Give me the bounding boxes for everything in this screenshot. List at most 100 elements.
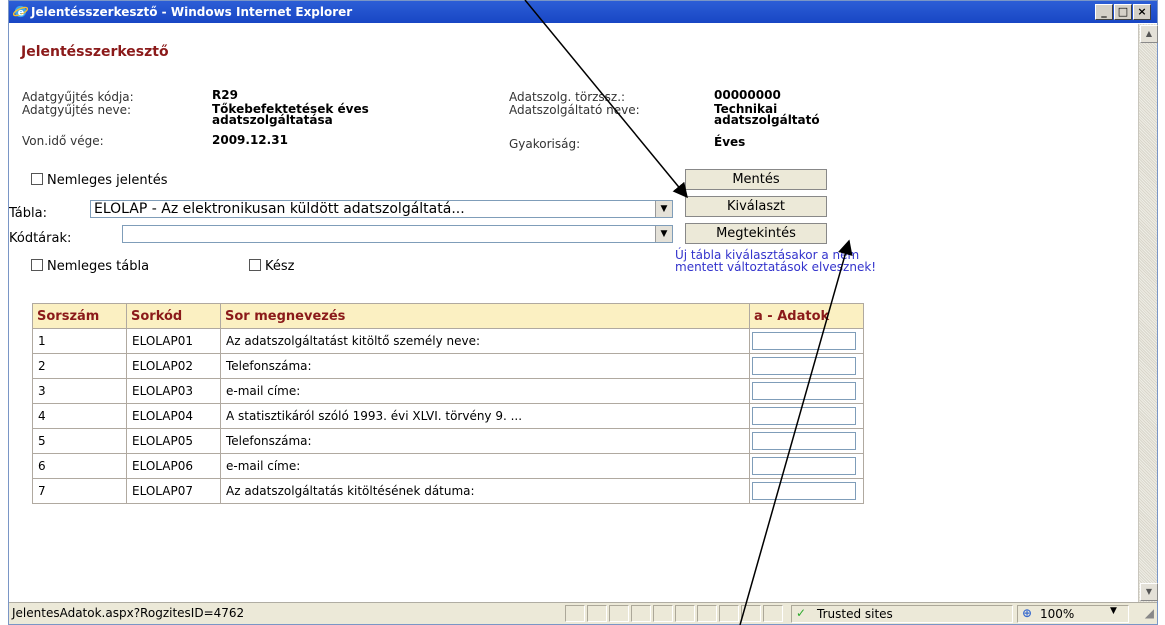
row-value-cell <box>749 453 864 479</box>
row-value-cell <box>749 428 864 454</box>
status-pane <box>741 605 761 622</box>
save-button[interactable]: Mentés <box>685 169 827 190</box>
table-row: 3 ELOLAP03 e-mail címe: <box>32 378 864 404</box>
row-number: 4 <box>32 403 127 429</box>
select-button[interactable]: Kiválaszt <box>685 196 827 217</box>
data-table: Sorszám Sorkód Sor megnevezés a - Adatok… <box>32 303 864 504</box>
internet-explorer-icon: e <box>13 5 28 18</box>
row-name: Az adatszolgáltatást kitöltő személy nev… <box>220 328 750 354</box>
zoom-icon: ⊕ <box>1022 606 1033 620</box>
table-row: 2 ELOLAP02 Telefonszáma: <box>32 353 864 379</box>
row-value-input[interactable] <box>752 357 856 375</box>
row-name: e-mail címe: <box>220 453 750 479</box>
deadline-label: Von.idő vége: <box>22 134 104 148</box>
null-table-row: Nemleges tábla <box>31 259 149 274</box>
zoom-control[interactable]: ⊕ 100% ▼ <box>1017 605 1129 623</box>
table-header-row: Sorszám Sorkód Sor megnevezés a - Adatok <box>32 303 864 329</box>
row-code: ELOLAP02 <box>126 353 221 379</box>
codelist-select[interactable]: ▼ <box>122 225 673 243</box>
collection-name-label: Adatgyűjtés neve: <box>22 103 132 117</box>
collection-name-value: Tőkebefektetések éves adatszolgáltatása <box>212 102 369 127</box>
null-report-label: Nemleges jelentés <box>47 173 168 188</box>
row-value-input[interactable] <box>752 407 856 425</box>
zone-label: Trusted sites <box>817 607 893 621</box>
null-report-checkbox[interactable] <box>31 173 43 185</box>
window-title: Jelentésszerkesztő - Windows Internet Ex… <box>31 5 353 19</box>
done-label: Kész <box>265 259 295 274</box>
table-row: 1 ELOLAP01 Az adatszolgáltatást kitöltő … <box>32 328 864 354</box>
row-code: ELOLAP01 <box>126 328 221 354</box>
provider-id-label: Adatszolg. törzssz.: <box>509 90 626 104</box>
done-checkbox[interactable] <box>249 259 261 271</box>
table-row: 6 ELOLAP06 e-mail címe: <box>32 453 864 479</box>
row-name: Telefonszáma: <box>220 428 750 454</box>
row-name: A statisztikáról szóló 1993. évi XLVI. t… <box>220 403 750 429</box>
chevron-down-icon[interactable]: ▼ <box>1110 606 1117 616</box>
row-number: 1 <box>32 328 127 354</box>
row-value-cell <box>749 403 864 429</box>
row-code: ELOLAP07 <box>126 478 221 504</box>
checkmark-icon: ✓ <box>796 606 807 620</box>
codelist-label: Kódtárak: <box>9 231 72 246</box>
row-value-input[interactable] <box>752 457 856 475</box>
row-code: ELOLAP05 <box>126 428 221 454</box>
provider-name-label: Adatszolgáltató neve: <box>509 103 640 117</box>
column-header: Sorszám <box>32 303 127 329</box>
vertical-scrollbar[interactable]: ▲ ▼ <box>1138 24 1158 602</box>
row-value-input[interactable] <box>752 432 856 450</box>
page-title: Jelentésszerkesztő <box>21 44 169 60</box>
scroll-up-icon[interactable]: ▲ <box>1140 25 1158 43</box>
close-button[interactable]: × <box>1133 4 1151 20</box>
browser-window: e Jelentésszerkesztő - Windows Internet … <box>8 0 1158 625</box>
null-report-row: Nemleges jelentés <box>31 173 167 188</box>
column-header: a - Adatok <box>749 303 864 329</box>
provider-id-value: 00000000 <box>714 88 781 102</box>
view-button[interactable]: Megtekintés <box>685 223 827 244</box>
row-name: e-mail címe: <box>220 378 750 404</box>
column-header: Sorkód <box>126 303 221 329</box>
zoom-level: 100% <box>1040 607 1075 621</box>
maximize-button[interactable]: □ <box>1114 4 1132 20</box>
page-content: Jelentésszerkesztő Adatgyűjtés kódja: R2… <box>9 24 1139 602</box>
table-label: Tábla: <box>9 206 47 221</box>
row-name: Az adatszolgáltatás kitöltésének dátuma: <box>220 478 750 504</box>
row-code: ELOLAP04 <box>126 403 221 429</box>
table-row: 4 ELOLAP04 A statisztikáról szóló 1993. … <box>32 403 864 429</box>
resize-grip-icon[interactable]: ◢ <box>1145 606 1154 620</box>
row-code: ELOLAP06 <box>126 453 221 479</box>
row-value-cell <box>749 478 864 504</box>
row-value-input[interactable] <box>752 482 856 500</box>
chevron-down-icon[interactable]: ▼ <box>655 201 672 217</box>
null-table-checkbox[interactable] <box>31 259 43 271</box>
table-select[interactable]: ELOLAP - Az elektronikusan küldött adats… <box>90 200 673 218</box>
status-bar: JelentesAdatok.aspx?RogzitesID=4762 ✓ Tr… <box>9 602 1157 624</box>
minimize-button[interactable]: _ <box>1095 4 1113 20</box>
row-number: 6 <box>32 453 127 479</box>
warning-message: Új tábla kiválasztásakor a nem mentett v… <box>675 248 877 274</box>
row-number: 2 <box>32 353 127 379</box>
row-value-input[interactable] <box>752 332 856 350</box>
row-value-cell <box>749 353 864 379</box>
security-zone[interactable]: ✓ Trusted sites <box>791 605 1013 623</box>
status-pane <box>609 605 629 622</box>
status-pane <box>653 605 673 622</box>
status-url: JelentesAdatok.aspx?RogzitesID=4762 <box>12 606 245 620</box>
done-row: Kész <box>249 259 294 274</box>
title-bar: e Jelentésszerkesztő - Windows Internet … <box>9 1 1157 23</box>
collection-code-label: Adatgyűjtés kódja: <box>22 90 134 104</box>
status-pane <box>675 605 695 622</box>
svg-text:e: e <box>18 7 24 18</box>
status-pane <box>631 605 651 622</box>
row-number: 3 <box>32 378 127 404</box>
status-pane <box>719 605 739 622</box>
scroll-down-icon[interactable]: ▼ <box>1140 583 1158 601</box>
row-value-input[interactable] <box>752 382 856 400</box>
row-value-cell <box>749 328 864 354</box>
status-pane <box>763 605 783 622</box>
frequency-value: Éves <box>714 135 746 149</box>
provider-name-value: Technikai adatszolgáltató <box>714 102 820 127</box>
row-number: 5 <box>32 428 127 454</box>
collection-code-value: R29 <box>212 88 238 102</box>
table-row: 7 ELOLAP07 Az adatszolgáltatás kitöltésé… <box>32 478 864 504</box>
chevron-down-icon[interactable]: ▼ <box>655 226 672 242</box>
